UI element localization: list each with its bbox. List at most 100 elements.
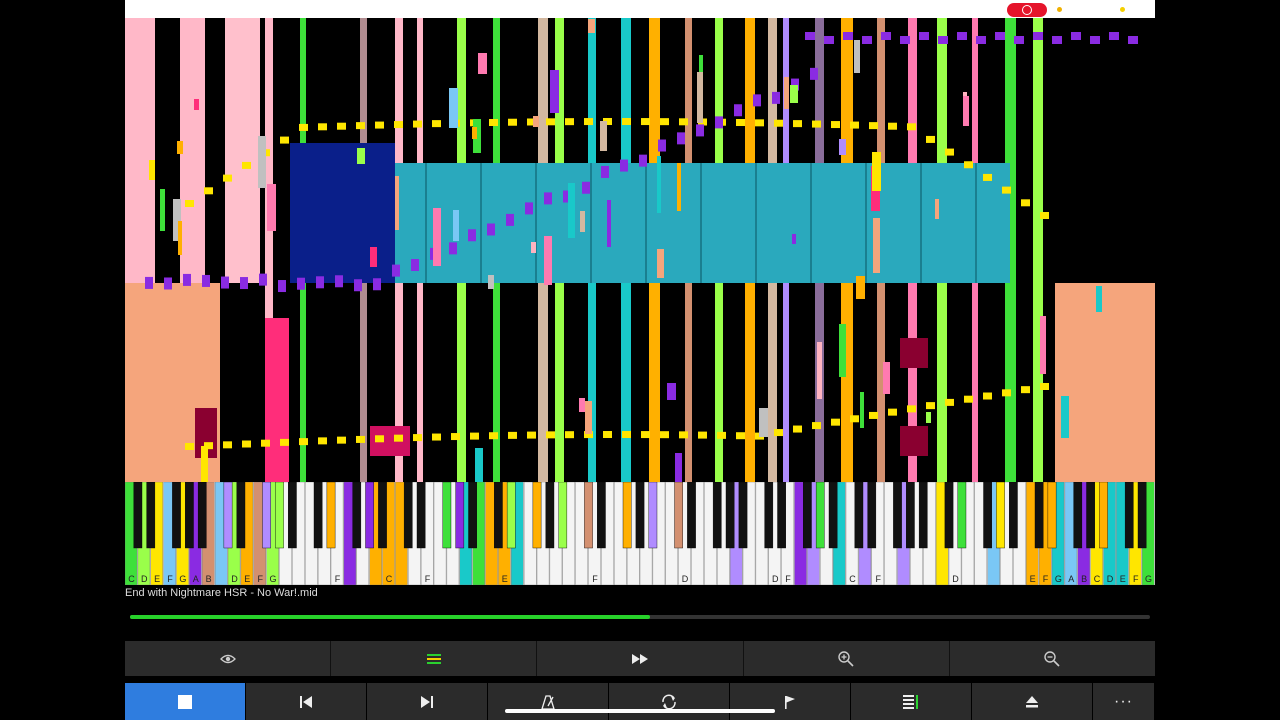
black-key [815,482,825,549]
note-dash [810,67,818,80]
note [395,176,399,230]
playlist-button[interactable] [851,683,971,720]
note-dash [337,122,346,130]
eject-button[interactable] [972,683,1092,720]
note [453,210,459,241]
note-dash [983,392,992,400]
note-dash [565,118,574,126]
black-key [378,482,387,549]
note [784,77,789,109]
note-dash [850,415,859,423]
note-dash [1021,199,1030,207]
key-label: A [1068,574,1074,584]
key-label: F [875,574,881,584]
marker-button[interactable] [730,683,850,720]
black-key [506,482,516,549]
note-dash [394,434,403,442]
loop-button[interactable] [609,683,729,720]
note-dash [261,439,270,447]
key-label: F [1043,574,1049,584]
stop-button[interactable] [125,683,245,720]
note-dash [356,435,365,443]
note-dash [242,161,251,169]
note-dash [470,432,479,440]
black-key [1086,482,1095,549]
note-dash [259,273,267,286]
view-toolbar [125,641,1155,676]
piano-keyboard[interactable]: CDEFGABDEFGFCFEFDDFCFDEFGABCDEFG [125,482,1155,585]
note [657,249,664,278]
note-dash [527,431,536,439]
note-dash [805,32,815,40]
note-dash [280,438,289,446]
key-label: E [154,574,160,584]
note-dash [812,120,821,128]
black-key [236,482,246,549]
note-dash [411,258,419,271]
note-dash [299,123,308,131]
note-dash [582,181,590,194]
progress-fill [130,615,651,619]
key-label: C [386,574,393,584]
note-dash [736,119,745,127]
key-label: E [244,574,250,584]
key-label: D [772,574,779,584]
note-dash [862,36,872,44]
note [860,392,864,428]
black-key [828,482,838,549]
black-key [558,482,568,549]
note-dash [736,432,745,440]
equals-icon [426,653,441,664]
note-block [180,18,205,283]
note-dash [850,121,859,129]
note-dash [375,435,384,443]
note-dash [413,434,422,442]
note [1040,316,1046,374]
note-dash [793,120,802,128]
note [125,292,129,322]
note-dash [145,276,153,289]
note-block [1055,283,1155,482]
black-key [635,482,645,549]
eject-icon [1026,695,1038,707]
note [790,85,798,103]
note-block [225,18,260,283]
note-dash [487,223,495,236]
black-key [416,482,426,549]
black-key [712,482,722,549]
note [792,234,796,244]
note-dash [622,118,631,126]
status-bar [125,0,1155,18]
more-button[interactable]: ··· [1093,683,1154,720]
zoom-out-button[interactable] [949,641,1155,676]
note [475,448,483,482]
previous-button[interactable] [246,683,366,720]
note-dash [881,32,891,40]
note-dash [432,120,441,128]
tempo-button[interactable] [488,683,608,720]
note-dash [318,123,327,131]
note [488,275,494,289]
note-dash [449,242,457,255]
note-dash [995,32,1005,40]
visibility-button[interactable] [125,641,332,676]
black-key [185,482,194,549]
black-key [326,482,336,549]
black-key [403,482,413,549]
key-label: G [1055,574,1062,584]
note-dash [1090,36,1100,44]
note-dash [774,429,783,437]
next-button[interactable] [367,683,487,720]
note [258,136,266,188]
black-key [893,482,902,549]
zoom-in-button[interactable] [743,641,950,676]
tracks-button[interactable] [331,641,538,676]
key-label: D [952,574,959,584]
note [600,121,607,151]
note [883,362,890,394]
note-dash [242,440,251,448]
note-dash [335,275,343,288]
progress-bar[interactable] [130,615,1150,619]
note-dash [843,32,853,40]
fast-forward-button[interactable] [537,641,744,676]
